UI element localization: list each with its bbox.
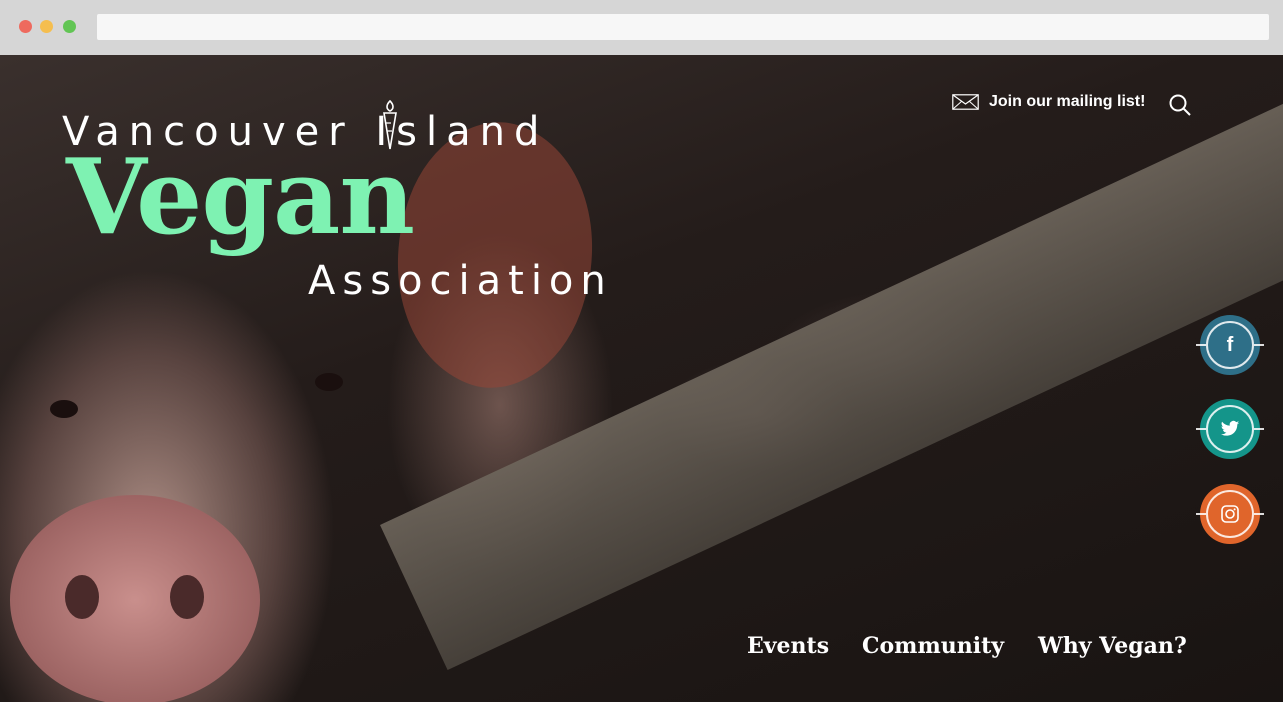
twitter-icon — [1196, 405, 1264, 453]
hero-background-snout — [10, 495, 260, 702]
mailing-list-link[interactable]: Join our mailing list! — [952, 93, 1145, 111]
envelope-icon — [952, 94, 979, 110]
logo-line-2: Vegan — [66, 135, 415, 258]
browser-chrome — [0, 0, 1283, 55]
maximize-window-button[interactable] — [63, 20, 76, 33]
facebook-icon: f — [1196, 321, 1264, 369]
search-icon — [1169, 94, 1191, 116]
nav-events[interactable]: Events — [747, 633, 829, 659]
hero-background-eye — [50, 400, 78, 418]
mailing-list-label: Join our mailing list! — [989, 93, 1146, 110]
twitter-button[interactable] — [1196, 399, 1264, 459]
logo-line-3: Association — [308, 258, 613, 304]
minimize-window-button[interactable] — [40, 20, 53, 33]
close-window-button[interactable] — [19, 20, 32, 33]
nav-why-vegan[interactable]: Why Vegan? — [1038, 633, 1187, 659]
nav-community[interactable]: Community — [862, 633, 1004, 659]
hero-section: Vancouver Island Vegan Association Join … — [0, 55, 1283, 702]
instagram-icon — [1196, 490, 1264, 538]
address-bar[interactable] — [97, 14, 1269, 40]
hero-background-eye — [315, 373, 343, 391]
facebook-button[interactable]: f — [1196, 315, 1264, 375]
search-button[interactable] — [1168, 93, 1192, 122]
instagram-button[interactable] — [1196, 484, 1264, 544]
